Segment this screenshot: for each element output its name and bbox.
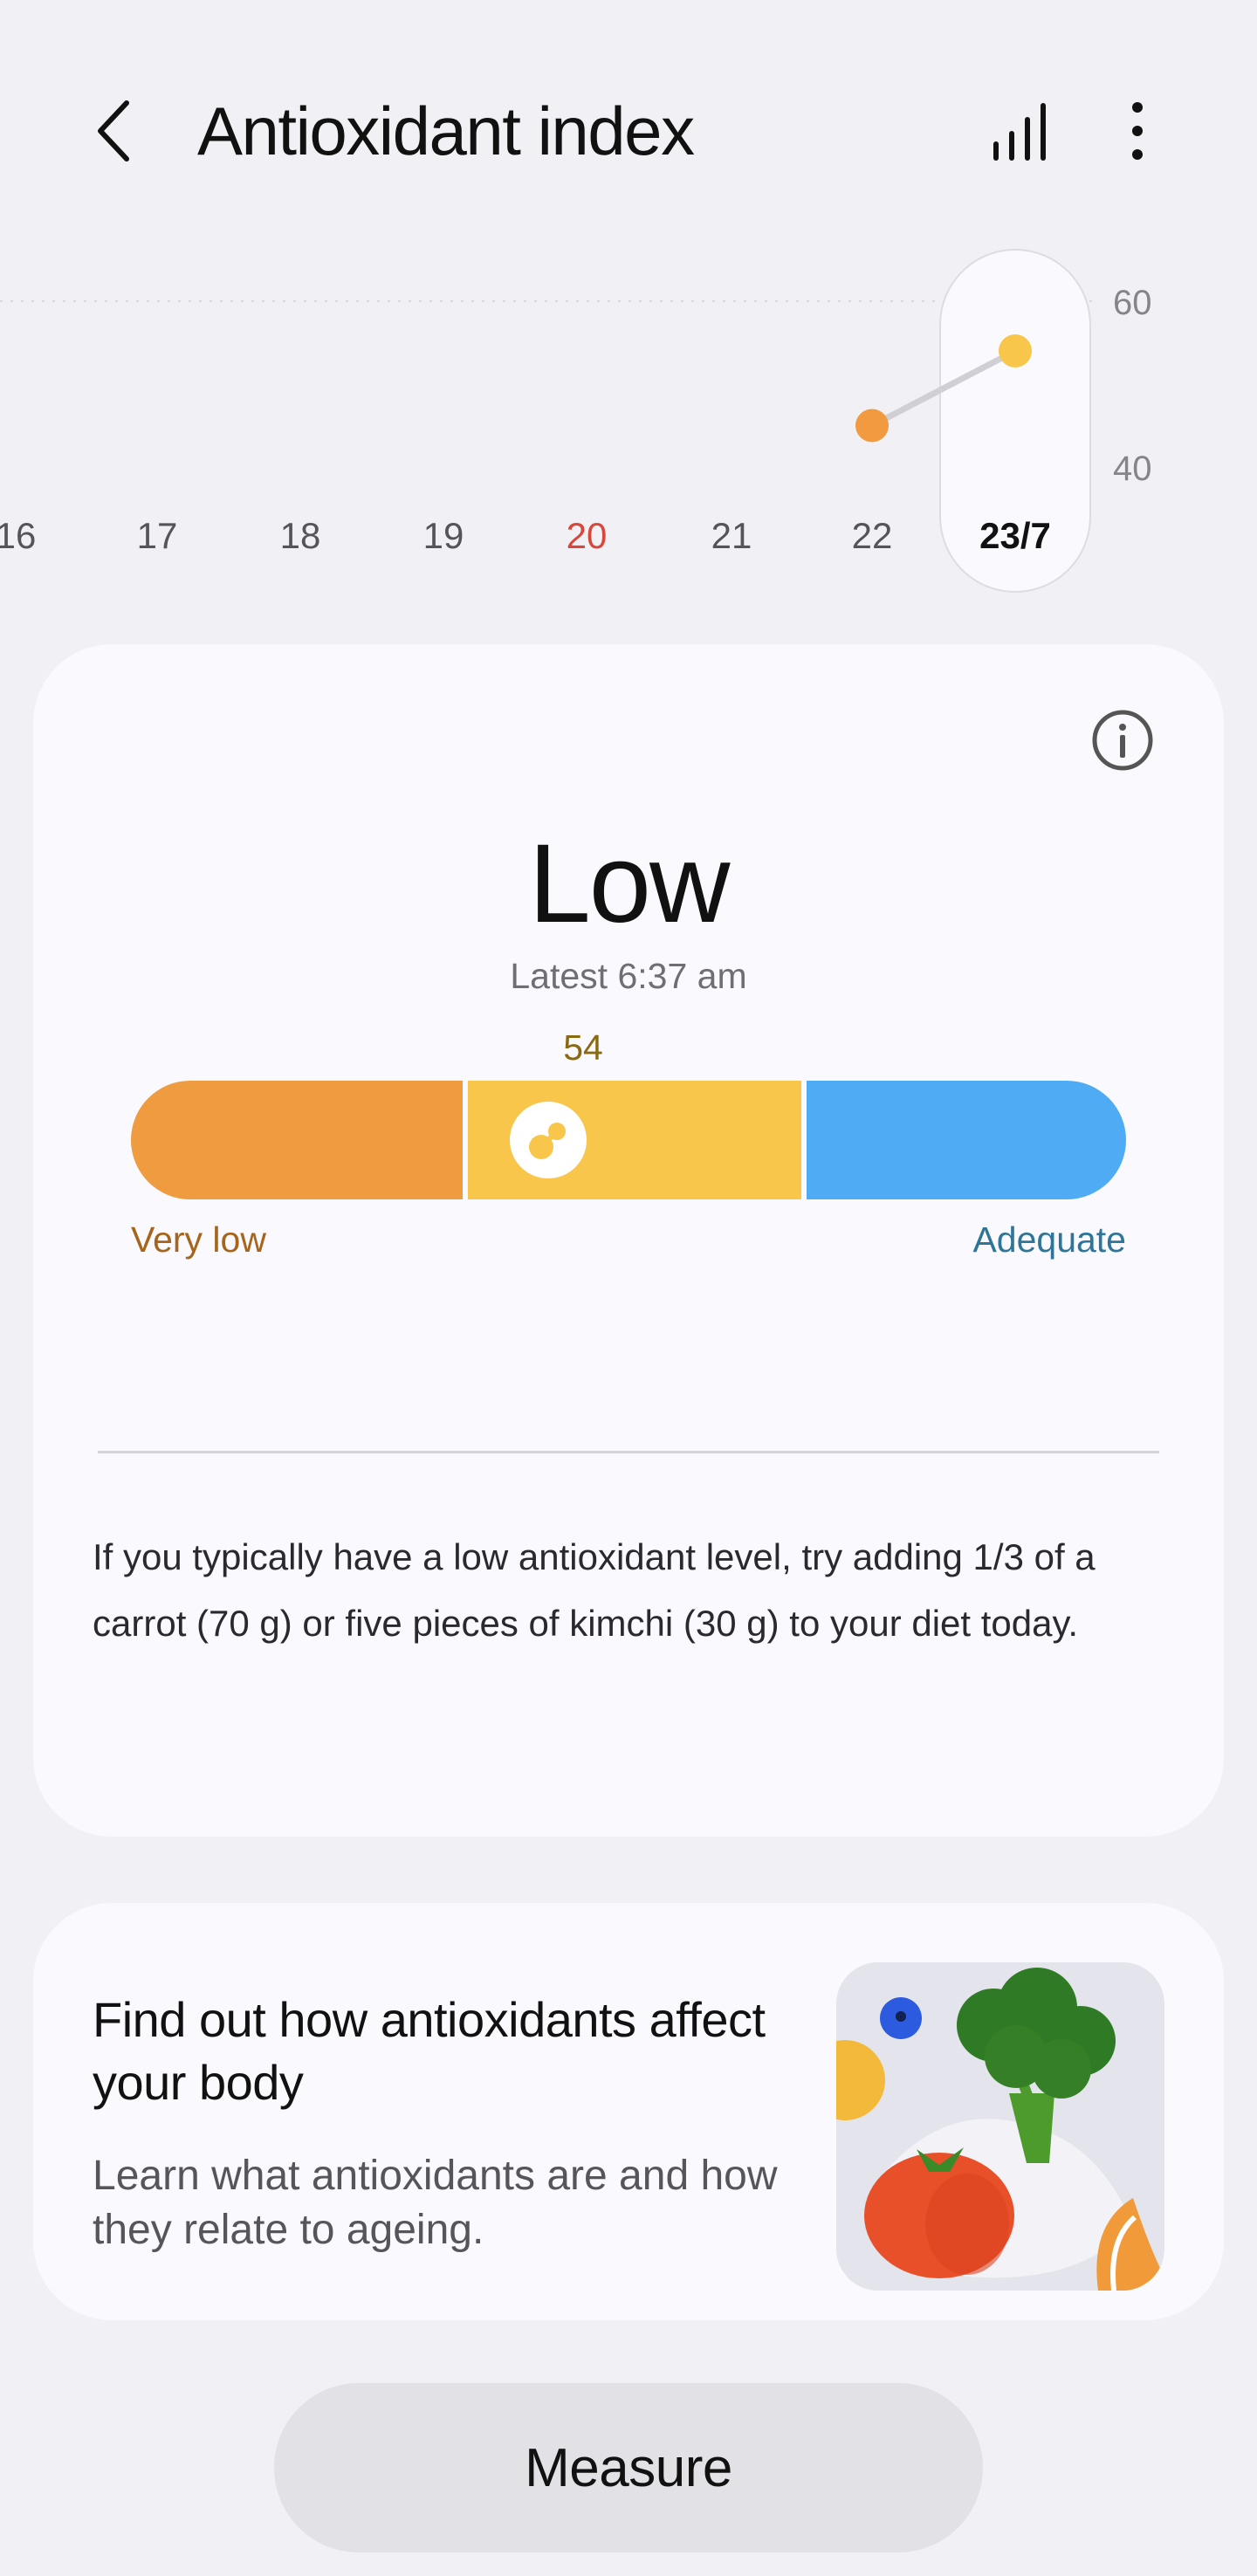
info-button[interactable] [1089,707,1156,773]
gauge-segment-very-low [131,1081,463,1199]
status-level: Low [528,821,731,946]
chevron-left-icon [98,100,129,161]
index-value: 54 [563,1027,603,1068]
gauge-marker [510,1102,587,1178]
divider [98,1451,1159,1453]
learn-card-description: Learn what antioxidants are and how they… [93,2153,778,2253]
x-tick-label: 18 [280,515,321,556]
learn-more-card[interactable]: Find out how antioxidants affect your bo… [33,1903,1224,2320]
advice-text: If you typically have a low antioxidant … [93,1536,1096,1644]
x-tick-label: 23/7 [979,515,1051,556]
latest-measurement-time: Latest 6:37 am [510,956,747,996]
x-tick-label: 21 [711,515,752,556]
info-icon [1092,710,1153,771]
bar-chart-icon [993,103,1046,161]
measure-button[interactable]: Measure [274,2383,983,2552]
trend-chart[interactable]: 60 40 16 17 18 19 20 21 22 23/7 [0,244,1257,611]
page-title: Antioxidant index [197,93,695,169]
trend-chart-svg: 60 40 16 17 18 19 20 21 22 23/7 [0,249,1152,593]
antioxidant-result-card: Low Latest 6:37 am 54 Very low Adequate … [33,644,1224,1837]
x-tick-label: 17 [137,515,178,556]
vegetables-illustration [836,1962,1164,2291]
x-tick-label: 19 [423,515,464,556]
index-gauge [131,1081,1126,1199]
data-point [999,334,1032,368]
x-tick-label: 22 [852,515,893,556]
x-tick-label: 16 [0,515,36,556]
x-tick-label: 20 [567,515,608,556]
learn-card-title: Find out how antioxidants affect your bo… [93,1992,766,2110]
app-header: Antioxidant index [0,0,1257,262]
scale-label-very-low: Very low [131,1219,266,1260]
scale-label-adequate: Adequate [972,1219,1126,1260]
back-button[interactable] [79,87,148,175]
y-tick-label: 60 [1113,284,1152,322]
stats-button[interactable] [986,98,1056,168]
gauge-segment-adequate [807,1081,1126,1199]
more-vertical-icon [1132,102,1143,160]
more-options-button[interactable] [1107,96,1168,166]
y-tick-label: 40 [1113,450,1152,488]
data-point [855,409,889,443]
antioxidant-molecule-icon [529,1123,566,1159]
